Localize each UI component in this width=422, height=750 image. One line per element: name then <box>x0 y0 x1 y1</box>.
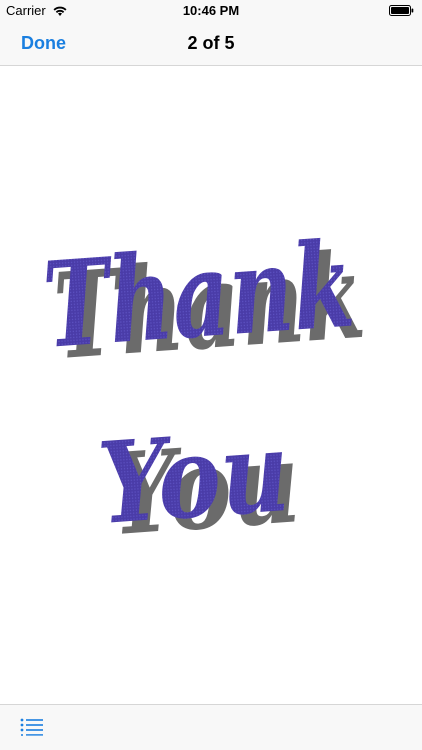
thank-text: Thank <box>39 214 358 374</box>
nav-bar: Done 2 of 5 <box>0 22 422 66</box>
status-time: 10:46 PM <box>182 3 240 18</box>
page-title: 2 of 5 <box>187 33 235 53</box>
status-bar: Carrier 10:46 PM <box>0 0 422 22</box>
screen: Carrier 10:46 PM Done 2 of 5 Thank Thank… <box>0 0 422 750</box>
thank-you-artwork: Thank Thank You You <box>39 214 369 561</box>
list-icon[interactable] <box>20 718 44 736</box>
artwork-line-thank: Thank Thank <box>39 214 369 386</box>
you-text: You <box>94 406 293 550</box>
content-area: Thank Thank You You <box>0 66 422 704</box>
battery-icon <box>389 5 414 16</box>
bottom-toolbar <box>0 704 422 750</box>
artwork-line-you: You You <box>94 406 303 561</box>
